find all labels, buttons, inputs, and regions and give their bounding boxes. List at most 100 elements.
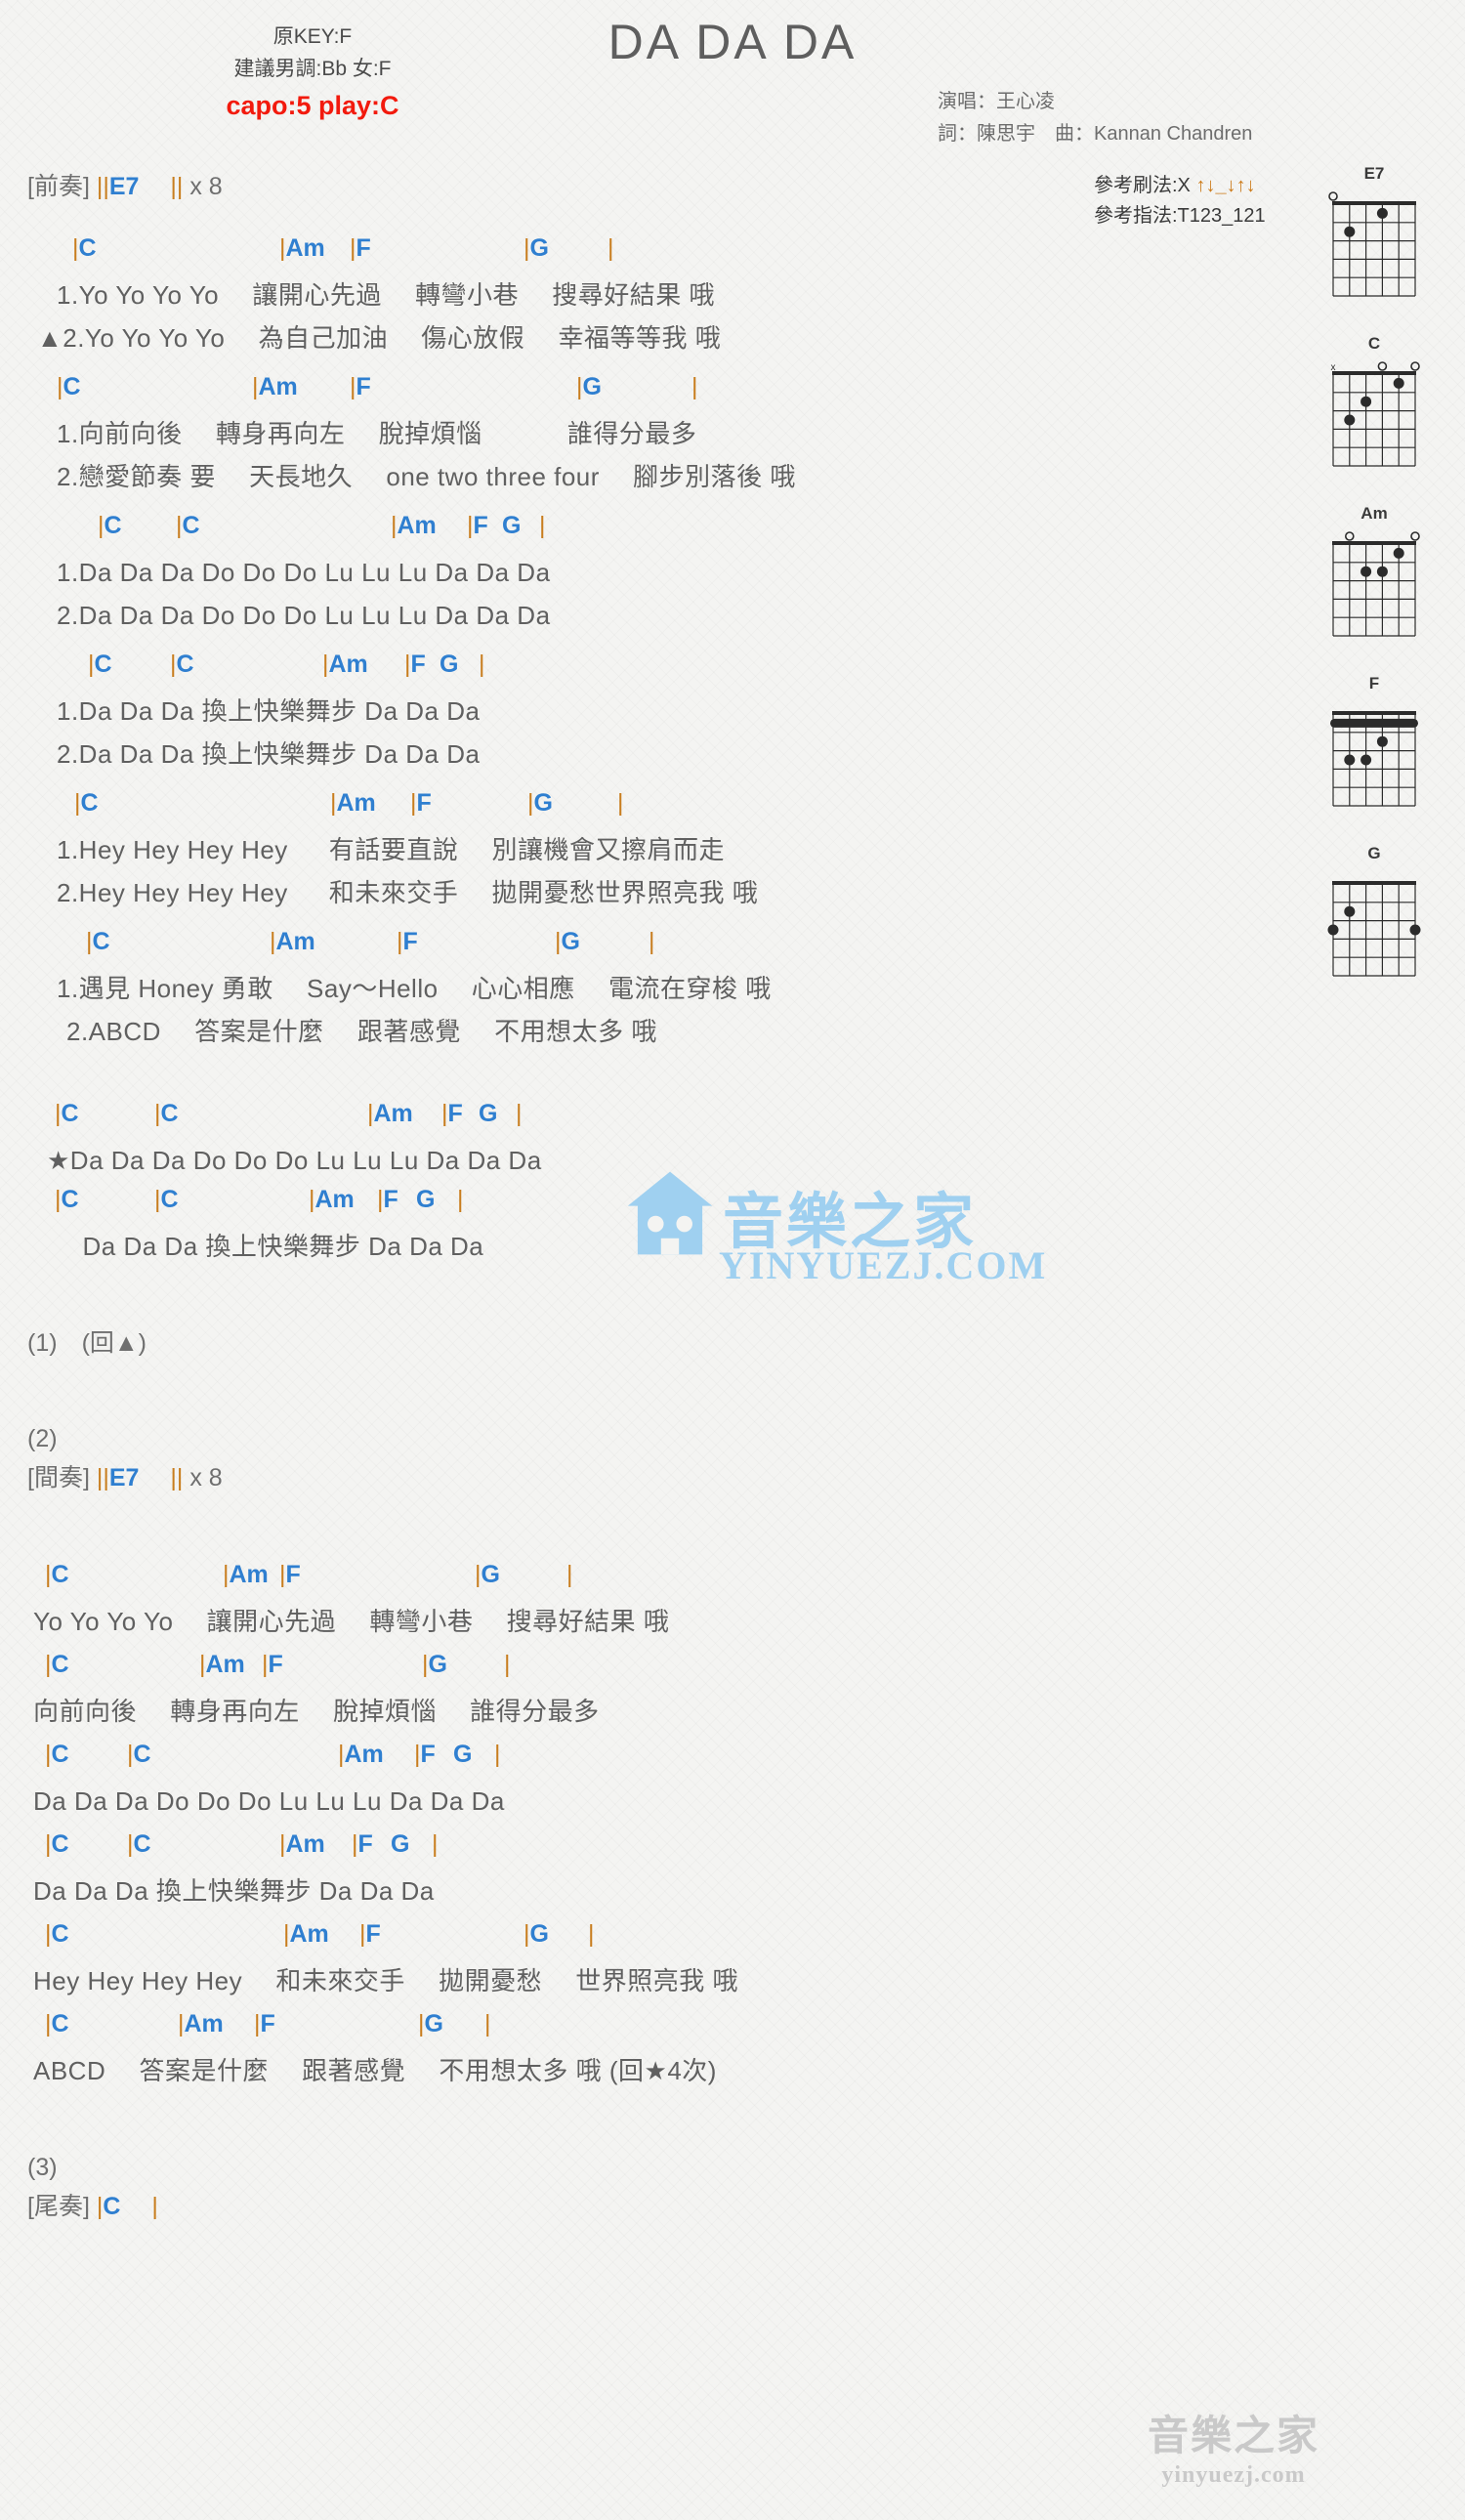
bar-pipe: | [432,1830,439,1858]
bar-pipe: | [397,928,403,955]
outro-end-pipe: | [151,2193,158,2220]
chord-C: |C [74,789,99,817]
chord-G: G [416,1186,436,1213]
bar-pipe: | [523,234,530,262]
chord-row: |C |Am |F |G | [27,789,1260,833]
credits-block: 演唱：王心凌 詞：陳思宇 曲：Kannan Chandren [938,86,1252,150]
bar-pipe: | [516,1100,523,1127]
bar-pipe: | [279,234,286,262]
outro-label: [尾奏] [27,2193,90,2220]
chord-lyric-block: |C |Am |F |G | Hey Hey Hey Hey 和未來交手 拋開憂愁 世界照… [27,1920,1260,2007]
bar-pipe: | [422,1651,429,1678]
chord-row: |C |Am |F |G | [27,234,1260,278]
bar-pipe: | [72,234,79,262]
lyric-line: Da Da Da 換上快樂舞步 Da Da Da [57,1232,484,1261]
bar-pipe: | [352,1830,358,1858]
bar-pipe: | [391,512,398,539]
bar-pipe: | [154,1186,161,1213]
outro-number: (3) [27,2154,58,2181]
bar-pipe: | [55,1100,62,1127]
bar-pipe: | [154,1100,161,1127]
bar-pipe: | [322,651,329,678]
chord-lyric-block: |C |Am |F |G | 向前向後 轉身再向左 脫掉煩惱 誰得分最多 [27,1651,1260,1738]
bar-pipe: | [441,1100,448,1127]
song-sections: |C |Am |F |G | 1.Yo Yo Yo Yo 讓開心先過 轉彎小巷 搜尋好結果… [27,234,1260,2238]
chord-diagram-E7: E7 [1311,164,1438,308]
chord-G: G [440,651,459,678]
fretboard-icon [1328,191,1416,297]
bar-pipe: | [330,789,337,817]
intro-line: [前奏] ||E7 || x 8 [27,171,1260,218]
lyric-line: Yo Yo Yo Yo 讓開心先過 轉彎小巷 搜尋好結果 哦 [33,1607,670,1636]
intro-chord: E7 [108,173,140,200]
chord-G: G [479,1100,498,1127]
bar-pipe: | [588,1920,595,1948]
bar-line: | [566,1561,573,1589]
chord-F: |F [467,512,488,539]
chord-row: |C |Am |F |G | [27,1561,1260,1605]
watermark-bottom-text: 音樂之家 [1148,2413,1320,2458]
interlude-repeat: x 8 [189,1464,223,1491]
chord-C: |C [154,1186,179,1213]
bar-pipe: | [527,789,534,817]
bar-pipe: | [617,789,624,817]
lyric-line: Da Da Da Do Do Do Lu Lu Lu Da Da Da [33,1786,505,1816]
writers-line: 詞：陳思宇 曲：Kannan Chandren [938,123,1253,145]
bar-pipe: | [338,1741,345,1768]
lyric-line: ▲2.Yo Yo Yo Yo 為自己加油 傷心放假 幸福等等我 哦 [37,323,722,353]
chord-diagram-G: G [1311,844,1438,987]
chord-G: |G [523,234,549,262]
bar-pipe: | [350,373,356,400]
chord-G: G [391,1830,410,1858]
bar-pipe: | [457,1186,464,1213]
chord-diagram-name: Am [1360,504,1388,523]
sheet-header: 原KEY:F 建議男調:Bb 女:F capo:5 play:C DA DA D… [0,0,1465,227]
bar-pipe: | [45,1830,52,1858]
chord-lyric-block: |C |Am |F |G | 1.Hey Hey Hey Hey 有話要直說 別讓機會又擦… [27,789,1260,919]
repeat-number: (1) [27,1329,58,1357]
chord-C: |C [45,1561,69,1588]
intro-repeat: x 8 [189,173,223,200]
chord-F: |F [377,1186,398,1213]
chord-F: |F [397,928,418,955]
chord-C: |C [45,1830,69,1858]
repeat-back-marker: (回▲) [81,1329,146,1357]
bar-pipe: | [279,1830,286,1858]
chord-lyric-block: |C |C |Am |F G | Da Da Da 換上快樂舞步 Da Da Da [27,1830,1260,1917]
chord-row: |C |Am |F |G | [27,928,1260,972]
lyric-line: 1.Yo Yo Yo Yo 讓開心先過 轉彎小巷 搜尋好結果 哦 [57,280,716,310]
bar-pipe: | [45,1561,52,1588]
chord-C: |C [55,1186,79,1213]
bar-line: | [432,1830,439,1859]
chord-diagram-name: F [1368,674,1380,693]
interlude-bars-end: || [170,1464,184,1491]
chord-C: |C [45,1920,69,1948]
interlude-number-line: (2) [27,1423,1260,1462]
chord-lyric-block: |C |C |Am |F G | ★Da Da Da Do Do Do Lu Lu Lu D… [27,1100,1260,1187]
chord-diagram-column: E7 Cx Am F G [1311,164,1438,1014]
interlude-line: [間奏] ||E7 || x 8 [27,1462,1260,1509]
bar-pipe: | [414,1741,421,1768]
bar-pipe: | [279,1561,286,1588]
bar-pipe: | [467,512,474,539]
bar-line: | [479,651,485,679]
bar-line: | [588,1920,595,1949]
chord-Am: |Am [367,1100,413,1127]
chord-C: |C [98,512,122,539]
chord-G: |G [555,928,580,955]
chord-C: |C [45,2010,69,2037]
outro-chord: C [103,2193,121,2220]
bar-line: | [457,1186,464,1214]
chord-F: |F [350,373,371,400]
chord-C: |C [170,651,194,678]
chord-sheet-page: 音樂之家 YINYUEZJ.COM 音樂之家 yinyuezj.com 原KEY… [0,0,1465,2520]
bar-pipe: | [691,373,698,400]
bar-pipe: | [475,1561,481,1588]
chord-lyric-block: |C |C |Am |F G | Da Da Da 換上快樂舞步 Da Da Da [27,1186,1260,1273]
bar-pipe: | [367,1100,374,1127]
bar-pipe: | [494,1741,501,1768]
bar-pipe: | [127,1741,134,1768]
chord-Am: |Am [330,789,376,817]
